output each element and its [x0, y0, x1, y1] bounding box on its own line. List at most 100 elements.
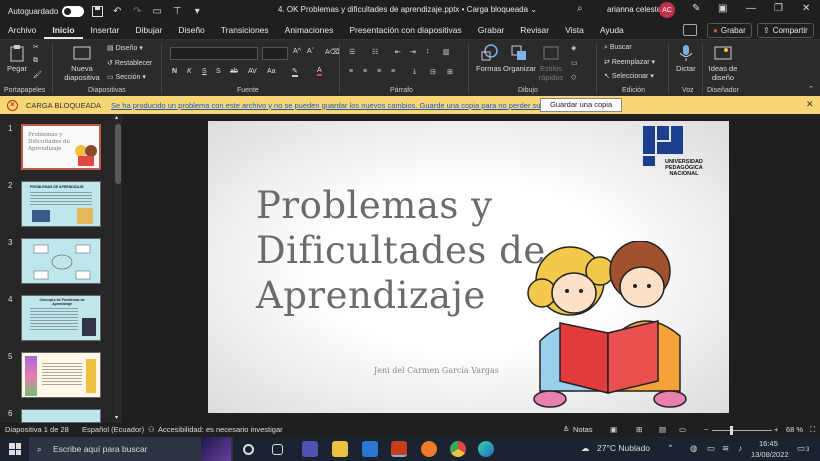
tab-presentacion[interactable]: Presentación con diapositivas	[341, 22, 469, 39]
clock-time[interactable]: 16:45	[759, 439, 778, 448]
char-spacing-button[interactable]: AV	[248, 68, 257, 75]
reset-button[interactable]: ↺ Restablecer	[107, 59, 152, 67]
zoom-level[interactable]: 68 %	[786, 425, 803, 434]
wifi-icon[interactable]: ≋	[722, 443, 729, 454]
font-color-button[interactable]: A	[317, 67, 322, 76]
search-icon[interactable]: ⌕	[577, 3, 583, 14]
decrease-indent-icon[interactable]: ⇤	[395, 48, 401, 56]
zoom-out-icon[interactable]: −	[704, 425, 708, 434]
normal-view-icon[interactable]: ▣	[610, 425, 617, 434]
columns-icon[interactable]: ▥	[443, 48, 450, 56]
text-direction-button-icon[interactable]: ⤓	[413, 68, 416, 76]
taskbar-search-input[interactable]: ⌕ Escribe aquí para buscar	[29, 437, 233, 461]
tab-dibujar[interactable]: Dibujar	[127, 22, 170, 39]
autosave-control[interactable]: Autoguardado	[8, 5, 85, 17]
language-indicator[interactable]: Español (Ecuador)	[82, 425, 144, 434]
notification-center-icon[interactable]: ▭	[797, 443, 805, 454]
firefox-icon[interactable]	[421, 441, 437, 457]
network-icon[interactable]: ◍	[690, 443, 697, 454]
share-button[interactable]: ⇪ Compartir	[757, 23, 814, 38]
new-slide-button[interactable]: Nueva diapositiva	[60, 44, 104, 82]
layout-button[interactable]: ▤ Diseño ▾	[107, 44, 143, 52]
font-size-select[interactable]	[262, 47, 288, 60]
close-notification-icon[interactable]: ✕	[806, 99, 814, 110]
weather-status[interactable]: 27°C Nublado	[597, 443, 650, 453]
notes-icon[interactable]: ≙	[563, 425, 569, 434]
tab-diseno[interactable]: Diseño	[170, 22, 212, 39]
redo-icon[interactable]: ↷	[130, 4, 144, 18]
dictate-button[interactable]: Dictar	[676, 44, 696, 73]
slide-thumbnails-panel[interactable]: 1 Problemas y Dificultades de Aprendizaj…	[0, 114, 114, 423]
shape-outline-icon[interactable]: ▭	[571, 59, 578, 67]
shape-fill-icon[interactable]: ◈	[571, 44, 576, 52]
reading-view-icon[interactable]: ▤	[659, 425, 666, 434]
tray-chevron-icon[interactable]: ⌃	[667, 443, 674, 454]
justify-icon[interactable]: ≡	[391, 68, 395, 75]
format-painter-icon[interactable]: 🖌	[33, 71, 42, 79]
accessibility-icon[interactable]: ⚇	[148, 425, 155, 434]
paste-button[interactable]: Pegar	[7, 44, 27, 73]
teams-icon[interactable]	[302, 441, 318, 457]
clock-date[interactable]: 13/08/2022	[751, 450, 789, 459]
record-button[interactable]: ● Grabar	[707, 23, 752, 38]
shadow-button[interactable]: S	[216, 68, 221, 75]
collapse-ribbon-icon[interactable]: ⌃	[808, 85, 814, 93]
minimize-icon[interactable]: —	[746, 3, 756, 14]
save-copy-button[interactable]: Guardar una copia	[540, 98, 623, 112]
bold-button[interactable]: N	[172, 68, 177, 75]
section-button[interactable]: ▭ Sección ▾	[107, 73, 146, 81]
start-presentation-icon[interactable]: ▭	[150, 4, 164, 18]
powerpoint-taskbar-icon[interactable]	[391, 441, 407, 457]
user-name[interactable]: arianna celeste	[607, 5, 661, 14]
arrange-button[interactable]: Organizar	[503, 44, 536, 73]
slide-thumbnail-1[interactable]: Problemas y Dificultades de Aprendizaje	[21, 124, 101, 170]
notes-button[interactable]: Notas	[573, 425, 593, 434]
tab-animaciones[interactable]: Animaciones	[277, 22, 342, 39]
chrome-icon[interactable]	[450, 441, 466, 457]
increase-indent-icon[interactable]: ⇥	[410, 48, 416, 56]
align-left-icon[interactable]: ≡	[349, 68, 353, 75]
tab-grabar[interactable]: Grabar	[470, 22, 512, 39]
find-button[interactable]: ⌕ Buscar	[604, 44, 632, 52]
edge-icon[interactable]	[478, 441, 494, 457]
slide-thumbnail-3[interactable]	[21, 238, 101, 284]
battery-icon[interactable]: ▭	[707, 443, 715, 454]
current-slide[interactable]: Problemas y Dificultades de Aprendizaje …	[208, 121, 729, 413]
slide-sorter-icon[interactable]: ⊞	[636, 425, 642, 434]
smartart-icon[interactable]: ⊞	[447, 68, 453, 76]
font-family-select[interactable]	[170, 47, 258, 60]
task-view-icon[interactable]	[272, 444, 283, 455]
align-text-icon[interactable]: ⊟	[430, 68, 436, 76]
undo-icon[interactable]: ↶	[110, 4, 124, 18]
numbering-icon[interactable]: ☷	[372, 48, 378, 56]
tab-archivo[interactable]: Archivo	[0, 22, 44, 39]
mail-icon[interactable]	[362, 441, 378, 457]
maximize-icon[interactable]: ❐	[774, 3, 783, 14]
shape-effects-icon[interactable]: ◇	[571, 73, 576, 81]
tab-vista[interactable]: Vista	[557, 22, 592, 39]
select-button[interactable]: ↖ Seleccionar ▾	[604, 72, 654, 80]
tab-transiciones[interactable]: Transiciones	[213, 22, 277, 39]
text-direction-icon[interactable]: ⊤	[170, 4, 184, 18]
slide-thumbnail-6[interactable]	[21, 409, 101, 423]
quick-styles-button[interactable]: Estilos rápidos	[536, 44, 566, 82]
close-icon[interactable]: ✕	[802, 3, 810, 14]
fit-slide-icon[interactable]: ⛶	[810, 425, 815, 435]
tab-insertar[interactable]: Insertar	[83, 22, 128, 39]
volume-icon[interactable]: ♪	[738, 443, 742, 453]
slide-thumbnail-5[interactable]	[21, 352, 101, 398]
save-icon[interactable]	[90, 4, 104, 18]
slide-author[interactable]: Jeni del Carmen García Vargas	[374, 366, 499, 375]
replace-button[interactable]: ⇄ Reemplazar ▾	[604, 58, 655, 66]
slideshow-icon[interactable]: ▭	[679, 425, 686, 434]
grow-font-icon[interactable]: A^	[293, 48, 301, 55]
bullets-icon[interactable]: ☰	[349, 48, 355, 56]
zoom-in-icon[interactable]: +	[774, 425, 778, 434]
shrink-font-icon[interactable]: Aˇ	[307, 48, 314, 55]
avatar[interactable]: AC	[659, 2, 675, 18]
design-ideas-button[interactable]: Ideas de diseño	[707, 44, 739, 82]
thumbnails-scrollbar[interactable]: ▴ ▾	[114, 114, 122, 423]
tab-revisar[interactable]: Revisar	[512, 22, 557, 39]
cut-icon[interactable]: ✂	[33, 43, 39, 51]
highlight-icon[interactable]: ✎	[292, 67, 298, 77]
